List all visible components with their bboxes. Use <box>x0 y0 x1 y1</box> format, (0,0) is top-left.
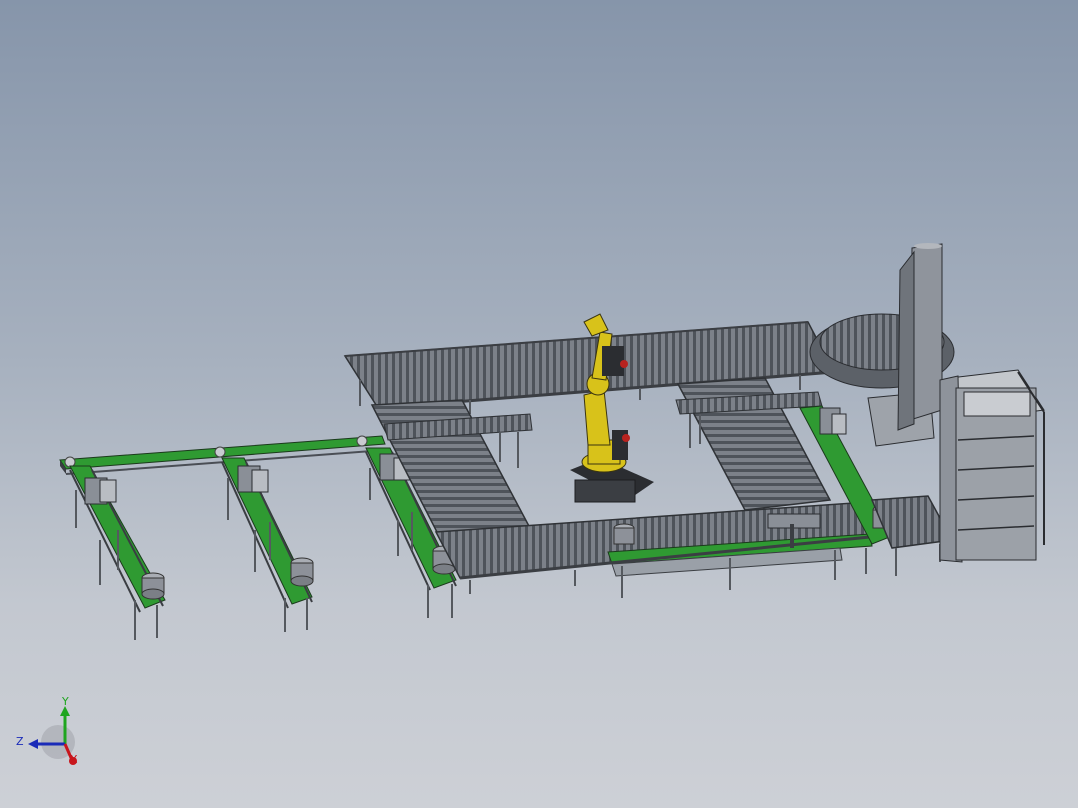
belt-conveyor-header[interactable] <box>59 435 386 475</box>
belt-conveyor-1[interactable] <box>69 465 166 640</box>
triad-y-label: Y <box>62 695 69 708</box>
stretch-wrapper-mast[interactable] <box>897 243 943 431</box>
triad-z-label: Z <box>16 735 24 748</box>
roller-conveyor-right-bay[interactable] <box>675 377 832 511</box>
pallet-magazine[interactable] <box>939 369 1045 563</box>
assembly-scene[interactable] <box>0 0 1078 808</box>
cad-viewport[interactable]: Y Z X <box>0 0 1078 808</box>
triad-x-label: X <box>70 753 78 766</box>
belt-conveyor-2[interactable] <box>221 457 314 632</box>
